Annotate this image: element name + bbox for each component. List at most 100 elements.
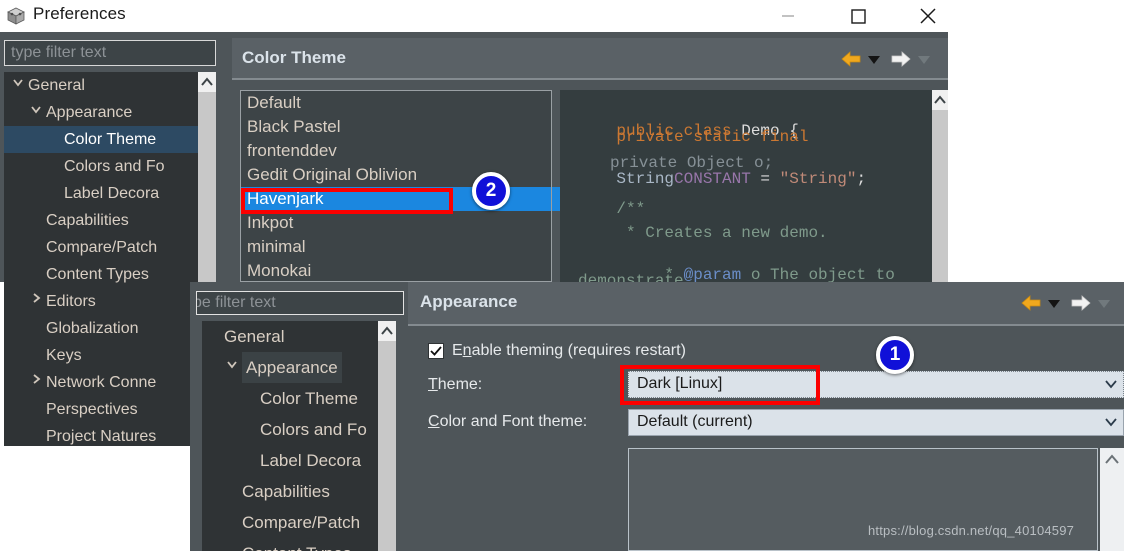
enable-theming-label: Enable theming (requires restart) — [452, 342, 686, 360]
code-semicolon: ; — [856, 170, 867, 188]
bottom-tree-item-label: Compare/Patch — [242, 513, 361, 532]
theme-list-item[interactable]: frontenddev — [241, 139, 551, 163]
enable-theming-suffix: able theming (requires restart) — [471, 342, 686, 359]
tree-item-content-types[interactable]: Content Types — [4, 261, 216, 288]
code-line-2: private static final — [578, 128, 809, 146]
minimize-icon — [782, 15, 794, 17]
bottom-tree-item-label: Color Theme — [260, 389, 358, 408]
top-page-title: Color Theme — [242, 48, 346, 67]
bottom-tree-item-label: Colors and Fo — [260, 420, 367, 439]
chevron-right-icon[interactable] — [28, 369, 44, 396]
bottom-navigation-buttons[interactable] — [1020, 292, 1120, 319]
chevron-right-icon — [33, 293, 41, 303]
tree-item-colors-and-fo[interactable]: Colors and Fo — [4, 153, 216, 180]
highlight-box-havenjark — [241, 188, 453, 214]
bottom-preferences-tree[interactable]: General Appearance Color Theme Colors and F… — [202, 321, 396, 551]
tree-item-label-decora[interactable]: Label Decora — [4, 180, 216, 207]
chevron-right-icon — [33, 374, 41, 384]
code-javadoc-tag: @param — [683, 266, 742, 282]
theme-list-item[interactable]: Default — [241, 91, 551, 115]
close-button[interactable] — [905, 0, 951, 32]
minimize-button[interactable] — [765, 0, 811, 32]
tree-item-compare-patch[interactable]: Compare/Patch — [4, 234, 216, 261]
bottom-page-title: Appearance — [420, 292, 518, 311]
theme-list-item[interactable]: Monokai — [241, 259, 551, 281]
chevron-right-icon[interactable] — [28, 288, 44, 315]
tree-item-perspectives[interactable]: Perspectives — [4, 396, 216, 423]
chevron-down-icon[interactable] — [28, 99, 44, 126]
bottom-tree-item-label: General — [224, 327, 285, 346]
code-constant: CONSTANT — [674, 170, 751, 188]
code-comment-cont: demonstrate — [578, 272, 684, 282]
scroll-up-icon[interactable] — [378, 321, 396, 341]
page-title: Preferences — [33, 4, 126, 23]
chevron-down-disabled-icon — [918, 56, 930, 64]
tree-item-label: Label Decora — [64, 185, 160, 202]
tree-item-network-conne[interactable]: Network Conne — [4, 369, 216, 396]
bottom-tree-scrollbar[interactable] — [378, 321, 396, 551]
code-comment-open: /** — [578, 200, 646, 218]
back-arrow-icon — [1021, 295, 1041, 311]
color-font-theme-combobox[interactable]: Default (current) — [628, 409, 1124, 436]
forward-arrow-icon — [891, 51, 911, 67]
code-operator: = — [750, 170, 780, 188]
tree-item-label: Network Conne — [46, 374, 157, 391]
bottom-tree-item-color-theme[interactable]: Color Theme — [202, 383, 396, 414]
bottom-tree-item-label: Appearance — [242, 352, 342, 383]
code-preview-pane: public class Demo { private static final… — [560, 90, 932, 282]
tree-item-project-natures[interactable]: Project Natures — [4, 423, 216, 446]
tree-item-editors[interactable]: Editors — [4, 288, 216, 315]
bottom-tree-item-label: Content Types — [242, 538, 351, 551]
top-filter-placeholder: type filter text — [11, 44, 107, 61]
window-title-bar: Preferences — [0, 0, 1124, 32]
top-preferences-tree[interactable]: General Appearance Color Theme Colors and F… — [4, 72, 216, 446]
color-font-theme-label: Color and Font theme: — [428, 413, 588, 430]
bottom-filter-placeholder: pe filter text — [196, 294, 276, 311]
chevron-down-icon[interactable] — [1103, 414, 1119, 435]
forward-arrow-icon — [1071, 295, 1091, 311]
enable-theming-checkbox[interactable] — [428, 343, 444, 359]
theme-list-item[interactable]: Black Pastel — [241, 115, 551, 139]
chevron-down-icon — [868, 56, 880, 64]
tree-item-color-theme[interactable]: Color Theme — [4, 126, 216, 153]
scroll-up-icon — [1105, 454, 1119, 464]
cube-icon — [6, 6, 26, 26]
tree-item-label: General — [28, 77, 85, 94]
tree-item-general[interactable]: General — [4, 72, 216, 99]
bottom-tree-item-compare-patch[interactable]: Compare/Patch — [202, 507, 396, 538]
top-filter-input[interactable]: type filter text — [4, 40, 216, 66]
chevron-down-icon[interactable] — [1103, 376, 1119, 397]
enable-theming-prefix: E — [452, 342, 463, 359]
bottom-tree-item-general[interactable]: General — [202, 321, 396, 352]
code-comment-line: * Creates a new demo. — [578, 224, 828, 242]
tree-item-label: Capabilities — [46, 212, 129, 229]
chevron-down-icon — [13, 79, 23, 87]
scroll-up-icon[interactable] — [198, 72, 216, 92]
tree-item-label: Keys — [46, 347, 82, 364]
code-preview-scrollbar[interactable] — [932, 90, 948, 282]
theme-description-scrollbar[interactable] — [1100, 448, 1124, 551]
chevron-down-icon[interactable] — [10, 72, 26, 99]
color-font-theme-value: Default (current) — [637, 413, 753, 430]
tree-item-label: Editors — [46, 293, 96, 310]
bottom-tree-item-label-decora[interactable]: Label Decora — [202, 445, 396, 476]
tree-item-globalization[interactable]: Globalization — [4, 315, 216, 342]
highlight-box-theme-value — [620, 365, 820, 405]
bottom-filter-input[interactable]: pe filter text — [196, 291, 404, 315]
bottom-tree-item-colors-and-fo[interactable]: Colors and Fo — [202, 414, 396, 445]
tree-item-appearance[interactable]: Appearance — [4, 99, 216, 126]
tree-item-keys[interactable]: Keys — [4, 342, 216, 369]
bottom-tree-item-content-types[interactable]: Content Types — [202, 538, 396, 551]
maximize-icon — [851, 9, 866, 24]
chevron-down-icon — [227, 361, 237, 369]
maximize-button[interactable] — [835, 0, 881, 32]
tree-item-capabilities[interactable]: Capabilities — [4, 207, 216, 234]
bottom-tree-item-capabilities[interactable]: Capabilities — [202, 476, 396, 507]
top-navigation-buttons[interactable] — [840, 48, 940, 75]
chevron-down-icon[interactable] — [224, 352, 240, 383]
code-string: "String" — [779, 170, 857, 188]
theme-list-item[interactable]: Inkpot — [241, 211, 551, 235]
bottom-tree-item-appearance[interactable]: Appearance — [202, 352, 396, 383]
theme-list-item[interactable]: minimal — [241, 235, 551, 259]
scroll-up-icon[interactable] — [932, 90, 948, 110]
